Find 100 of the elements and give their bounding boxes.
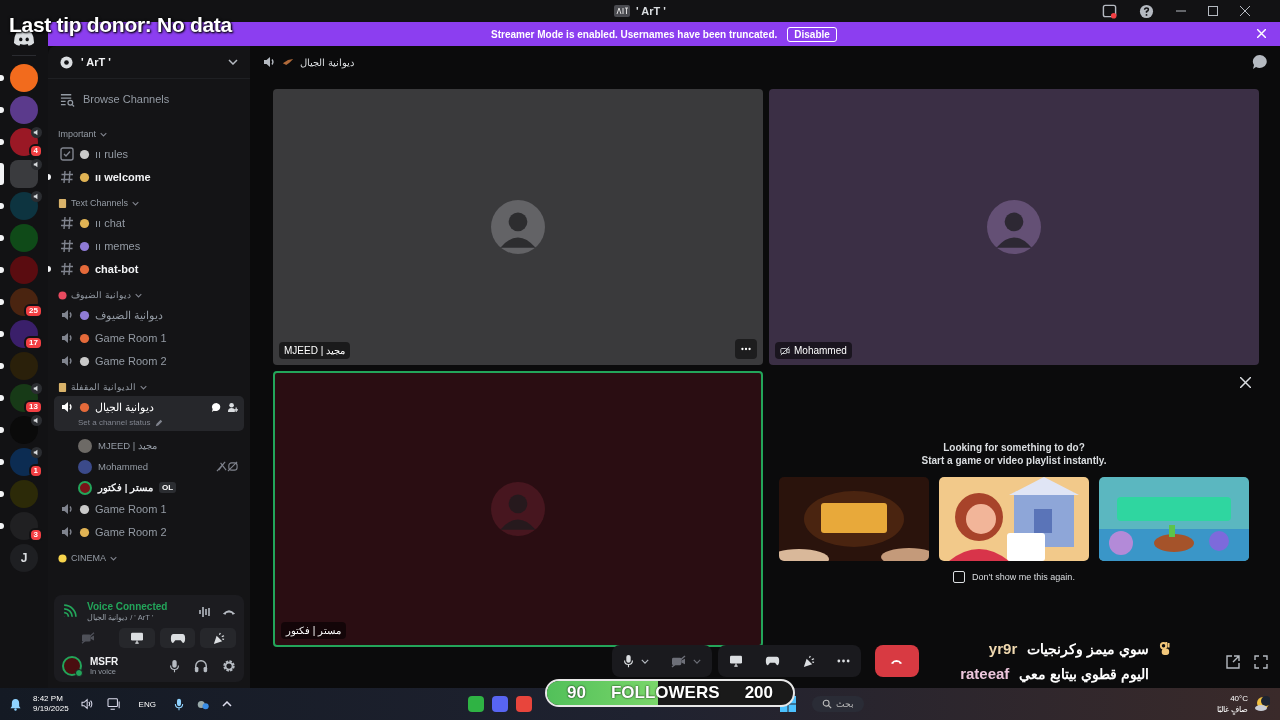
chevron-up-icon[interactable] (221, 701, 232, 707)
mention-badge: 17 (24, 336, 43, 350)
category-header[interactable]: Text Channels (54, 194, 244, 212)
search-field[interactable]: بحث (812, 696, 864, 712)
chevron-down-icon (134, 292, 142, 298)
user-avatar[interactable] (62, 656, 82, 676)
party-horn-icon (801, 654, 815, 668)
server-icon[interactable]: J (10, 544, 38, 572)
activity-button[interactable] (159, 628, 196, 648)
chat-bubble-icon[interactable] (1252, 54, 1268, 70)
server-icon[interactable] (10, 512, 38, 540)
fullscreen-icon[interactable] (1254, 655, 1268, 669)
channel-status[interactable]: Set a channel status (54, 418, 244, 431)
taskbar-app-icon[interactable] (516, 696, 532, 712)
user-avatar (987, 200, 1041, 254)
participant-tile[interactable]: مستر | فكتور (273, 371, 763, 647)
channel-item[interactable]: Game Room 2 (54, 521, 244, 543)
waveform-icon[interactable] (198, 605, 212, 618)
speaker-icon (60, 525, 74, 539)
user-avatar (491, 482, 545, 536)
channel-item[interactable]: ıı rules (54, 143, 244, 165)
channel-title: ديوانية الجيال (300, 56, 354, 68)
maximize-icon[interactable] (1208, 6, 1218, 16)
weather-condition[interactable]: صافٍ غالبًا (1216, 704, 1248, 715)
speaker-icon (60, 331, 74, 345)
cloud-sync-icon[interactable] (195, 698, 210, 710)
camera-off-icon (670, 654, 686, 668)
headphones-icon[interactable] (194, 659, 208, 673)
server-name: ' ArT ' (81, 56, 112, 68)
close-icon[interactable] (1240, 377, 1251, 388)
camera-button[interactable] (659, 645, 712, 677)
microphone-icon[interactable] (169, 659, 180, 673)
microphone-button[interactable] (611, 645, 660, 677)
pop-out-icon[interactable] (1226, 655, 1240, 669)
soundboard-button[interactable] (200, 628, 236, 648)
participant-name: مستر | فكتور (281, 622, 347, 639)
speaker-icon (60, 400, 74, 414)
speaker-icon (262, 55, 276, 69)
server-logo-icon (614, 5, 631, 17)
monitor-icon[interactable] (106, 698, 121, 710)
add-user-icon[interactable] (227, 401, 238, 413)
category-header[interactable]: Important (54, 125, 244, 143)
disable-button[interactable]: Disable (787, 26, 837, 42)
temperature[interactable]: 40°C (1230, 693, 1248, 704)
channel-item[interactable]: ıı chat (54, 212, 244, 234)
inbox-icon[interactable] (1102, 3, 1117, 19)
clock[interactable]: 8:42 PM 9/19/2025 (33, 694, 69, 714)
server-header[interactable]: ' ArT ' (48, 46, 250, 79)
hang-up-icon[interactable] (222, 607, 236, 616)
caret-icon (640, 658, 649, 664)
monitor-icon (129, 632, 144, 644)
dont-show-checkbox[interactable]: Don't show me this again. (953, 571, 1075, 583)
speaker-icon (60, 502, 74, 516)
banner-message: Streamer Mode is enabled. Usernames have been truncated. (491, 28, 778, 40)
category-header[interactable]: الديوانية المقفلة (54, 378, 244, 396)
more-options-button[interactable] (735, 339, 757, 359)
channel-item[interactable]: Game Room 1 (54, 327, 244, 349)
volume-icon[interactable] (80, 698, 95, 710)
moon-cloud-icon[interactable] (1254, 696, 1270, 712)
close-icon[interactable] (1240, 6, 1250, 16)
category-header[interactable]: CINEMA (54, 549, 244, 567)
channel-item[interactable]: chat-bot (54, 258, 244, 280)
voice-member[interactable]: Mohammed (54, 456, 244, 477)
bell-icon[interactable] (10, 697, 21, 711)
server-icon[interactable] (10, 64, 38, 92)
ellipsis-icon (836, 659, 850, 663)
server-icon[interactable] (10, 288, 38, 316)
channel-item[interactable]: Game Room 2 (54, 350, 244, 372)
speaker-icon (60, 354, 74, 368)
settings-icon[interactable] (222, 659, 236, 673)
taskbar-app-icon[interactable] (468, 696, 484, 712)
category-header[interactable]: ديوانية الضيوف (54, 286, 244, 304)
channel-item[interactable]: ıı memes (54, 235, 244, 257)
chat-username: yr9r (988, 640, 1018, 657)
participant-tile[interactable]: MJEED | مجيد (273, 89, 763, 365)
window-title: ' ArT ' (636, 5, 666, 17)
voice-member[interactable]: MJEED | مجيد (54, 435, 244, 456)
browse-channels-item[interactable]: Browse Channels (54, 87, 244, 111)
microphone-icon[interactable] (173, 697, 184, 711)
language-indicator[interactable]: ENG (138, 699, 156, 709)
rules-checkbox-icon (60, 147, 74, 161)
channel-item[interactable]: Game Room 1 (54, 498, 244, 520)
screen-share-button[interactable] (119, 628, 155, 648)
help-icon[interactable] (1139, 3, 1154, 19)
hang-up-button[interactable] (874, 645, 919, 677)
channel-emoji-icon (79, 526, 90, 538)
channel-emoji-icon (79, 401, 90, 413)
screen-share-button[interactable] (717, 645, 754, 677)
channel-emoji-icon (79, 355, 90, 367)
gamepad-icon (169, 632, 186, 644)
signal-icon (62, 604, 77, 619)
hash-icon (60, 216, 74, 230)
channel-item[interactable]: ديوانية الضيوف (54, 304, 244, 326)
chat-bubble-icon[interactable] (211, 401, 222, 413)
bird-emoji-icon (282, 57, 294, 67)
taskbar-app-icon[interactable] (492, 696, 508, 712)
participant-tile[interactable]: Mohammed (769, 89, 1259, 365)
channel-item[interactable]: ıı welcome (54, 166, 244, 188)
ellipsis-icon (741, 347, 751, 351)
channel-item[interactable]: ديوانية الجيال (54, 396, 244, 418)
